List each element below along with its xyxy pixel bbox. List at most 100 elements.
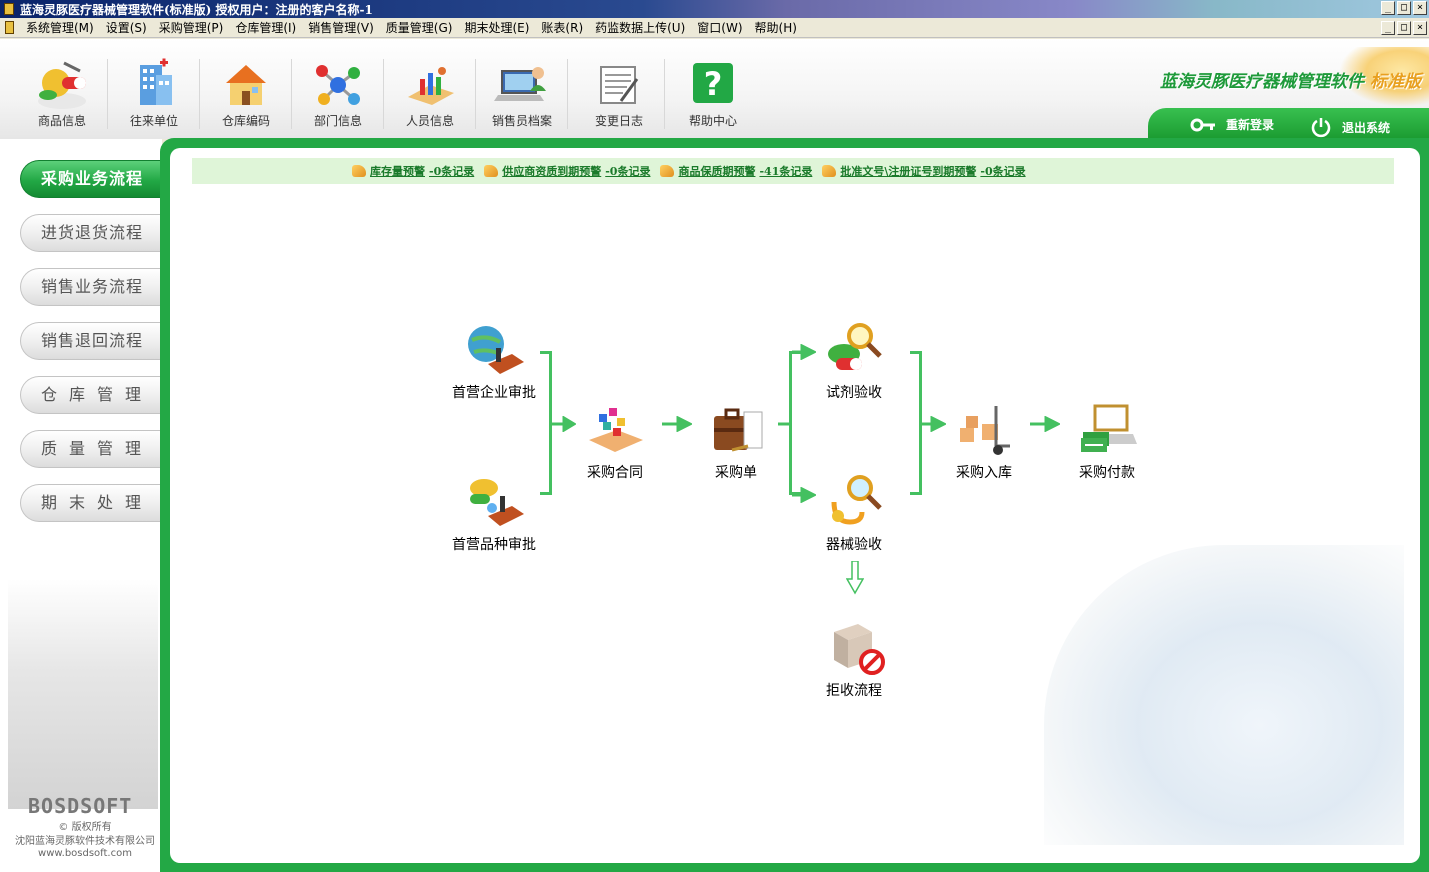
molecule-icon [310,57,366,113]
sidebar: 采购业务流程 进货退货流程 销售业务流程 销售退回流程 仓库管理 质量管理 期末… [0,139,162,872]
exit-label: 退出系统 [1342,120,1391,135]
nav-period-end[interactable]: 期末处理 [20,484,162,522]
company-name: 沈阳蓝海灵豚软件技术有限公司 [15,836,155,847]
company-logo: BOSDSOFT [28,794,133,818]
mdi-restore-button[interactable]: □ [1397,21,1411,35]
menu-bar: 系统管理(M) 设置(S) 采购管理(P) 仓库管理(I) 销售管理(V) 质量… [0,18,1429,38]
toolbar-separator [567,59,568,129]
notepad-icon [591,57,647,113]
alert-label: 库存量预警 [370,165,425,178]
node-enterprise-approval[interactable]: 首营企业审批 [434,320,554,402]
window-controls: _ □ × [1381,1,1427,15]
node-stock-in[interactable]: 采购入库 [924,400,1044,482]
account-bar: 重新登录 退出系统 [1148,108,1429,140]
alert-supplier-license[interactable]: 供应商资质到期预警 -0条记录 [484,163,650,179]
menu-reports[interactable]: 账表(R) [535,20,589,36]
node-purchase-contract[interactable]: 采购合同 [555,400,675,482]
nav-sales-flow[interactable]: 销售业务流程 [20,268,162,306]
key-icon [1190,118,1215,131]
title-bar: 蓝海灵豚医疗器械管理软件(标准版) 授权用户：注册的客户名称-1 _ □ × [0,0,1429,18]
brand-name: 蓝海灵豚医疗器械管理软件 [1160,72,1364,92]
toolbar-product-info[interactable]: 商品信息 [16,57,108,137]
copyright-text: © 版权所有 [58,822,112,833]
mdi-close-button[interactable]: × [1413,21,1427,35]
node-label: 采购入库 [956,465,1012,481]
hospital-building-icon [126,57,182,113]
menu-sales[interactable]: 销售管理(V) [302,20,380,36]
toolbar-department-info[interactable]: 部门信息 [292,57,384,137]
globe-document-icon [462,320,526,380]
menu-help[interactable]: 帮助(H) [749,20,803,36]
minimize-button[interactable]: _ [1381,1,1395,15]
node-label: 首营品种审批 [452,537,536,553]
nav-sales-return-flow[interactable]: 销售退回流程 [20,322,162,360]
bell-icon [484,165,499,177]
menu-settings[interactable]: 设置(S) [100,20,153,36]
toolbar-change-log[interactable]: 变更日志 [573,57,665,137]
nav-return-flow[interactable]: 进货退货流程 [20,214,162,252]
bell-icon [822,165,837,177]
down-arrow-icon [846,561,864,595]
magnifier-stethoscope-icon [822,472,886,532]
node-payment[interactable]: 采购付款 [1047,400,1167,482]
toolbar-separator [664,59,665,129]
toolbar-label: 往来单位 [129,114,178,128]
pills-stamp-icon [462,472,526,532]
menu-upload[interactable]: 药监数据上传(U) [589,20,691,36]
bell-icon [352,165,366,177]
website-link[interactable]: www.bosdsoft.com [0,848,170,859]
node-label: 首营企业审批 [452,385,536,401]
toolbar-salesman-file[interactable]: 销售员档案 [476,57,568,137]
alert-registration-expiry[interactable]: 批准文号\注册证号到期预警 -0条记录 [822,163,1026,179]
node-label: 试剂验收 [826,385,882,401]
node-device-check[interactable]: 器械验收 [794,472,914,554]
mdi-controls: _ □ × [1381,21,1427,35]
alert-count: -0条记录 [605,165,651,178]
alert-shelf-life[interactable]: 商品保质期预警 -41条记录 [660,163,812,179]
alert-count: -41条记录 [759,165,813,178]
hand-truck-boxes-icon [952,400,1016,460]
chart-people-icon [402,57,458,113]
menu-period-end[interactable]: 期末处理(E) [458,20,535,36]
alert-count: -0条记录 [429,165,475,178]
node-label: 拒收流程 [826,683,882,699]
menu-window[interactable]: 窗口(W) [691,20,748,36]
alert-stock-level[interactable]: 库存量预警 -0条记录 [352,163,474,179]
brand-logo: 蓝海灵豚医疗器械管理软件 标准版 [1160,67,1421,92]
toolbar-partners[interactable]: 往来单位 [108,57,200,137]
contract-blocks-icon [583,400,647,460]
relogin-button[interactable]: 重新登录 [1190,116,1274,133]
toolbar-label: 部门信息 [313,114,362,128]
toolbar-label: 仓库编码 [221,114,270,128]
menu-system[interactable]: 系统管理(M) [20,20,100,36]
close-button[interactable]: × [1413,1,1427,15]
nav-warehouse[interactable]: 仓库管理 [20,376,162,414]
window-title: 蓝海灵豚医疗器械管理软件(标准版) 授权用户：注册的客户名称-1 [20,3,373,17]
city-background-image [8,579,158,809]
menu-quality[interactable]: 质量管理(G) [380,20,459,36]
node-label: 采购合同 [587,465,643,481]
node-reject[interactable]: 拒收流程 [794,618,914,700]
menu-list: 系统管理(M) 设置(S) 采购管理(P) 仓库管理(I) 销售管理(V) 质量… [20,20,803,36]
menu-purchase[interactable]: 采购管理(P) [153,20,230,36]
briefcase-icon [704,400,768,460]
maximize-button[interactable]: □ [1397,1,1411,15]
toolbar-label: 销售员档案 [491,114,552,128]
node-variety-approval[interactable]: 首营品种审批 [434,472,554,554]
toolbar-help-center[interactable]: ? 帮助中心 [667,57,759,137]
box-prohibited-icon [822,618,886,678]
main-panel: 库存量预警 -0条记录 供应商资质到期预警 -0条记录 商品保质期预警 -41条… [160,138,1429,872]
alert-count: -0条记录 [980,165,1026,178]
toolbar-staff-info[interactable]: 人员信息 [384,57,476,137]
nav-quality[interactable]: 质量管理 [20,430,162,468]
alert-label: 商品保质期预警 [678,165,756,178]
node-purchase-order[interactable]: 采购单 [676,400,796,482]
exit-button[interactable]: 退出系统 [1310,116,1390,138]
node-label: 采购单 [715,465,757,481]
document-icon [5,21,14,34]
node-reagent-check[interactable]: 试剂验收 [794,320,914,402]
toolbar-warehouse-code[interactable]: 仓库编码 [200,57,292,137]
mdi-minimize-button[interactable]: _ [1381,21,1395,35]
nav-purchase-flow[interactable]: 采购业务流程 [20,160,162,198]
menu-warehouse[interactable]: 仓库管理(I) [229,20,302,36]
